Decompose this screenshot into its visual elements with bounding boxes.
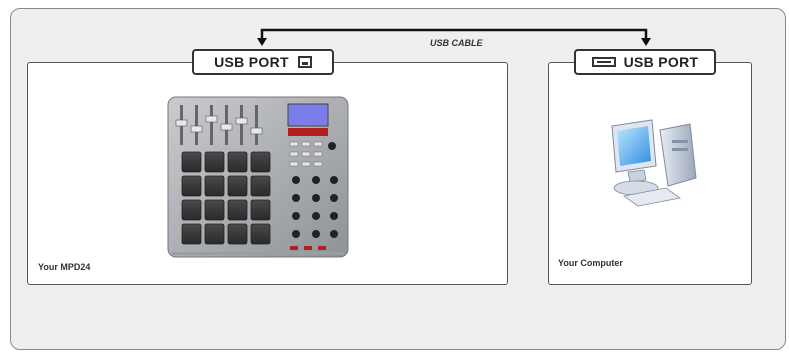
desktop-computer-icon [611, 119, 697, 207]
computer-caption: Your Computer [558, 258, 623, 268]
